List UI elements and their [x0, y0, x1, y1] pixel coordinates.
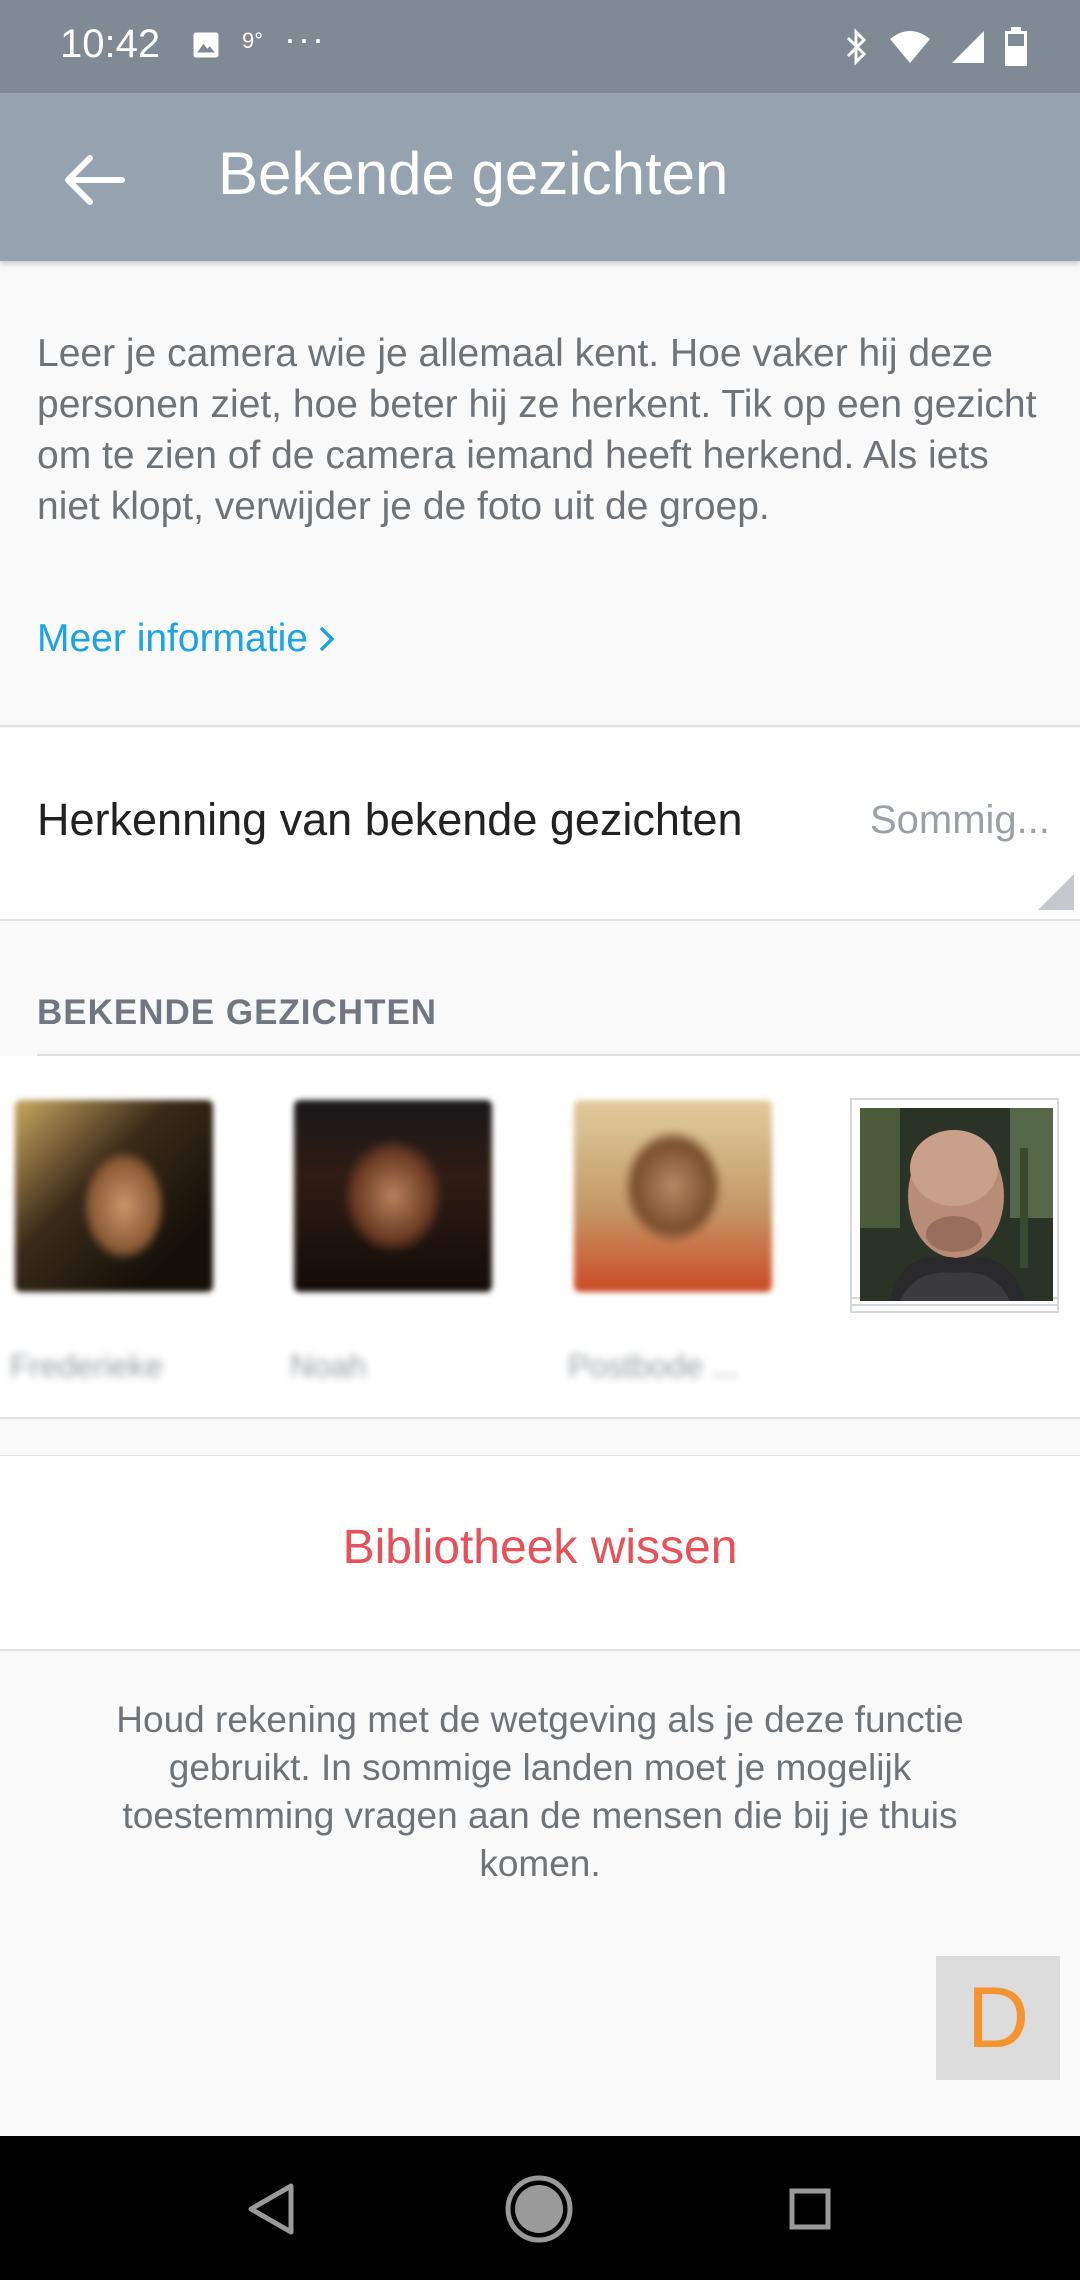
setting-label: Herkenning van bekende gezichten [37, 794, 743, 845]
wifi-icon [890, 31, 930, 63]
face-thumbnail[interactable] [574, 1100, 772, 1292]
chevron-right-icon [319, 626, 335, 652]
floating-d-badge[interactable]: D [936, 1956, 1060, 2080]
status-temperature: 9° [242, 28, 264, 53]
system-nav-bar [0, 2136, 1080, 2280]
clear-library-button[interactable]: Bibliotheek wissen [0, 1520, 1080, 1575]
faces-carousel: Frederieke Noah Postbode ... [0, 1056, 1080, 1418]
face-name: Postbode ... [568, 1348, 739, 1384]
page-title: Bekende gezichten [218, 140, 729, 207]
divider [0, 725, 1080, 727]
intro-text: Leer je camera wie je allemaal kent. Hoe… [37, 332, 1037, 528]
battery-icon [1005, 27, 1027, 66]
app-bar: Bekende gezichten [0, 93, 1080, 261]
nav-back-icon[interactable] [225, 2164, 315, 2254]
face-recognition-setting[interactable]: Herkenning van bekende gezichten Sommig.… [0, 728, 1080, 920]
legal-notice: Houd rekening met de wetgeving als je de… [116, 1699, 964, 1884]
cell-signal-icon [952, 31, 984, 63]
divider [0, 1417, 1080, 1419]
back-arrow-icon[interactable] [60, 145, 130, 215]
face-name: Noah [290, 1348, 367, 1384]
divider [0, 919, 1080, 921]
face-photo [860, 1108, 1053, 1301]
setting-value: Sommig... [869, 798, 1050, 842]
more-notifications-icon: ··· [284, 18, 326, 59]
more-info-link[interactable]: Meer informatie [37, 617, 336, 661]
nav-recents-icon[interactable] [765, 2164, 855, 2254]
face-thumbnail-stack[interactable] [850, 1098, 1059, 1313]
face-photo-image [860, 1108, 1053, 1301]
stack-layer [850, 1098, 1059, 1301]
section-heading: BEKENDE GEZICHTEN [37, 993, 438, 1032]
face-thumbnail[interactable] [15, 1100, 213, 1292]
status-icons [844, 24, 1028, 70]
nav-home-icon[interactable] [494, 2164, 584, 2254]
clear-library-row: Bibliotheek wissen [0, 1456, 1080, 1650]
image-icon [193, 32, 219, 58]
divider [0, 1649, 1080, 1651]
status-time: 10:42 [60, 22, 161, 66]
status-bar: 10:42 9° ··· [0, 0, 1080, 93]
more-info-label: Meer informatie [37, 617, 308, 660]
face-name: Frederieke [10, 1348, 163, 1384]
face-thumbnail[interactable] [294, 1100, 492, 1292]
bluetooth-icon [846, 28, 867, 66]
dropdown-corner-icon [1038, 874, 1074, 910]
